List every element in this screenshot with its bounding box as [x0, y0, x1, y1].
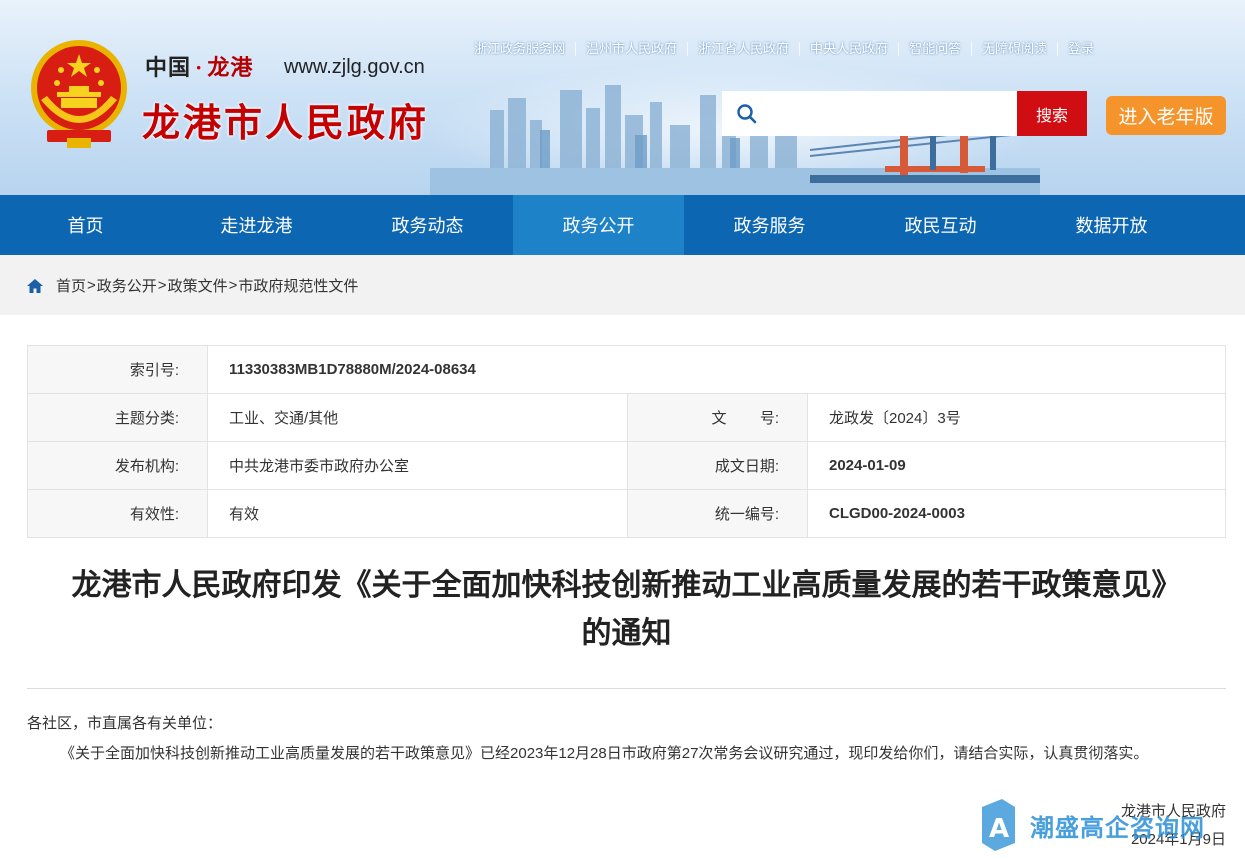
top-link-qa[interactable]: 智能问答	[898, 42, 971, 56]
site-header: 中国 · 龙港 www.zjlg.gov.cn 龙港市人民政府 浙江政务服务网 温州…	[0, 0, 1245, 195]
top-link-wenzhou[interactable]: 温州市人民政府	[575, 42, 687, 56]
svg-text:A: A	[989, 814, 1009, 844]
meta-row: 有效性: 有效 统一编号: CLGD00-2024-0003	[27, 489, 1226, 538]
meta-org-label: 发布机构:	[27, 441, 208, 490]
meta-valid-value: 有效	[207, 489, 628, 538]
brand-city: 龙港	[207, 55, 254, 80]
brand-country: 中国	[145, 55, 192, 80]
breadcrumb-policy[interactable]: 政策文件	[168, 275, 228, 296]
nav-item-interaction[interactable]: 政民互动	[855, 195, 1026, 255]
nav-item-news[interactable]: 政务动态	[342, 195, 513, 255]
search-button[interactable]: 搜索	[1017, 91, 1087, 136]
article-body: 《关于全面加快科技创新推动工业高质量发展的若干政策意见》已经2023年12月28…	[60, 745, 1149, 762]
meta-date-value: 2024-01-09	[807, 441, 1226, 490]
breadcrumb-home[interactable]: 首页	[56, 275, 86, 296]
top-link-accessibility[interactable]: 无障碍阅读	[971, 42, 1057, 56]
home-icon	[27, 278, 43, 293]
search-box	[722, 91, 1018, 136]
meta-row: 发布机构: 中共龙港市委市政府办公室 成文日期: 2024-01-09	[27, 441, 1226, 490]
breadcrumb: 首页 > 政务公开 > 政策文件 > 市政府规范性文件	[26, 275, 358, 296]
meta-topic-value: 工业、交通/其他	[207, 393, 628, 442]
article-title-line1: 龙港市人民政府印发《关于全面加快科技创新推动工业高质量发展的若干政策意见》	[71, 568, 1182, 603]
meta-org-value: 中共龙港市委市政府办公室	[207, 441, 628, 490]
breadcrumb-current[interactable]: 市政府规范性文件	[238, 275, 358, 296]
meta-index-value: 11330383MB1D78880M/2024-08634	[207, 345, 1226, 394]
breadcrumb-separator: >	[87, 277, 96, 294]
brand-dot: ·	[195, 55, 204, 80]
elder-mode-button[interactable]: 进入老年版	[1106, 96, 1226, 135]
meta-valid-label: 有效性:	[27, 489, 208, 538]
site-title[interactable]: 龙港市人民政府	[142, 92, 429, 147]
search-icon	[737, 104, 757, 124]
nav-item-services[interactable]: 政务服务	[684, 195, 855, 255]
top-links: 浙江政务服务网 温州市人民政府 浙江省人民政府 中央人民政府 智能问答 无障碍阅…	[474, 42, 1104, 56]
national-emblem-logo	[31, 40, 127, 148]
article-salutation: 各社区，市直属各有关单位：	[27, 715, 223, 732]
meta-index-label: 索引号:	[27, 345, 208, 394]
breadcrumb-gov-open[interactable]: 政务公开	[97, 275, 157, 296]
nav-item-gov-open[interactable]: 政务公开	[513, 195, 684, 255]
meta-row: 主题分类: 工业、交通/其他 文 号: 龙政发〔2024〕3号	[27, 393, 1226, 442]
nav-item-home[interactable]: 首页	[0, 195, 171, 255]
main-nav: 首页 走进龙港 政务动态 政务公开 政务服务 政民互动 数据开放	[0, 195, 1245, 255]
meta-date-label: 成文日期:	[627, 441, 808, 490]
search-input[interactable]	[767, 99, 1007, 128]
breadcrumb-separator: >	[228, 277, 238, 294]
site-url: www.zjlg.gov.cn	[284, 56, 425, 78]
article-title: 龙港市人民政府印发《关于全面加快科技创新推动工业高质量发展的若干政策意见》 的通…	[27, 562, 1226, 658]
meta-docno-value: 龙政发〔2024〕3号	[807, 393, 1226, 442]
top-link-login[interactable]: 登录	[1057, 42, 1104, 56]
top-link-zhejiang[interactable]: 浙江省人民政府	[687, 42, 799, 56]
brand-tagline: 中国 · 龙港	[145, 50, 253, 82]
breadcrumb-separator: >	[157, 277, 167, 294]
top-link-central[interactable]: 中央人民政府	[799, 42, 898, 56]
title-divider	[27, 688, 1226, 689]
document-meta-table: 索引号: 11330383MB1D78880M/2024-08634 主题分类:…	[27, 345, 1226, 538]
top-link-zjzwfw[interactable]: 浙江政务服务网	[474, 42, 575, 56]
meta-docno-label: 文 号:	[627, 393, 808, 442]
meta-serial-value: CLGD00-2024-0003	[807, 489, 1226, 538]
article-title-line2: 的通知	[581, 616, 672, 651]
meta-topic-label: 主题分类:	[27, 393, 208, 442]
watermark-text: 潮盛高企咨询网	[1030, 813, 1205, 842]
meta-row: 索引号: 11330383MB1D78880M/2024-08634	[27, 345, 1226, 394]
nav-item-open-data[interactable]: 数据开放	[1026, 195, 1197, 255]
meta-serial-label: 统一编号:	[627, 489, 808, 538]
nav-item-about[interactable]: 走进龙港	[171, 195, 342, 255]
